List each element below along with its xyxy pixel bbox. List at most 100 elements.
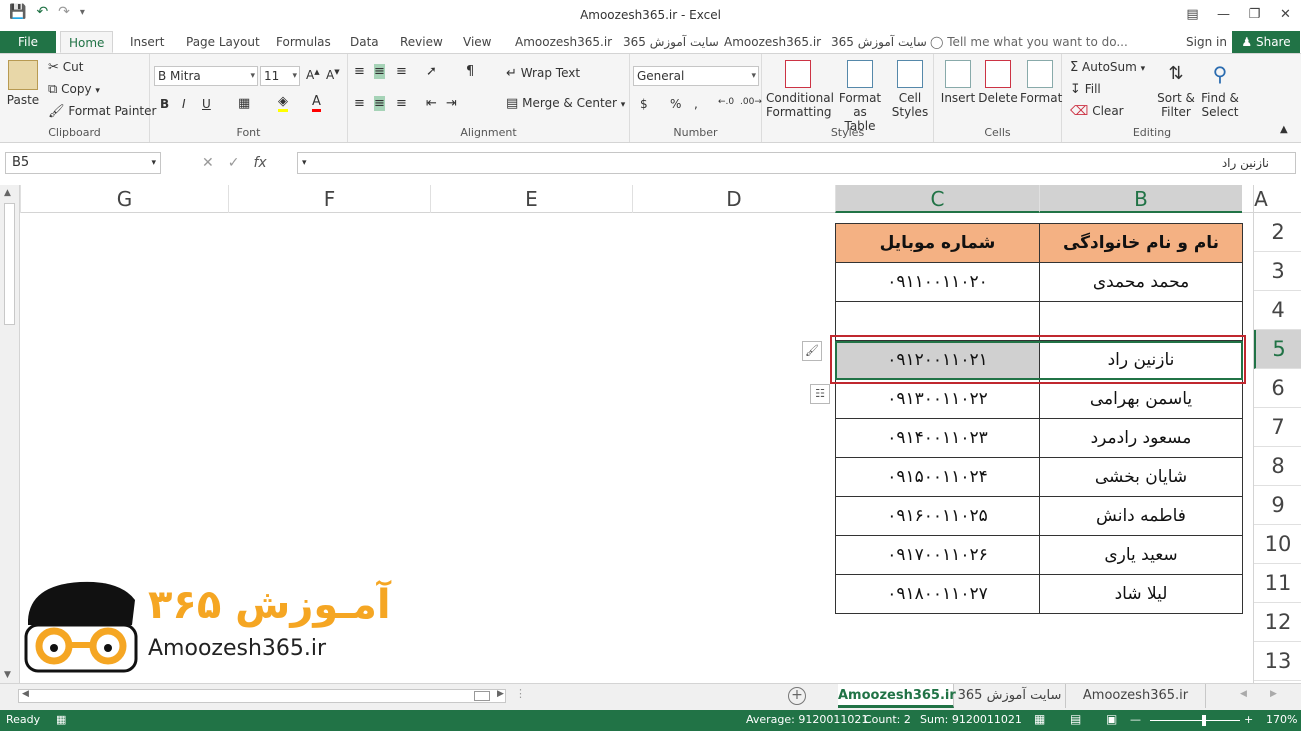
format-cells-button[interactable]: Format [1020,60,1062,105]
scroll-thumb[interactable] [4,203,15,325]
horizontal-scrollbar[interactable] [18,689,506,703]
underline-button[interactable]: U [202,97,211,111]
fill-color-button[interactable]: ◈ [278,94,288,112]
tab-insert[interactable]: Insert [122,31,172,53]
tab-file[interactable]: File [0,31,56,53]
row-header-6[interactable]: 6 [1254,369,1301,408]
row-header-9[interactable]: 9 [1254,486,1301,525]
restore-icon[interactable]: ❐ [1239,0,1270,28]
bottom-align-button[interactable]: ≡ [396,64,407,79]
column-header-d[interactable]: D [632,185,835,213]
hscroll-thumb[interactable] [474,691,490,701]
tab-review[interactable]: Review [392,31,451,53]
zoom-out-icon[interactable]: — [1130,713,1141,726]
copy-button[interactable]: ⧉ Copy ▾ [48,82,100,97]
scroll-down-icon[interactable]: ▼ [4,670,11,680]
scroll-right-icon[interactable]: ▶ [497,689,504,699]
vertical-scrollbar[interactable]: ▲ ▼ [0,185,20,683]
column-header-f[interactable]: F [228,185,430,213]
cell-c8[interactable]: ۰۹۱۵۰۰۱۱۰۲۴ [835,457,1040,497]
insert-cells-button[interactable]: Insert [938,60,978,105]
shrink-font-button[interactable]: A▼ [326,68,340,82]
tab-data[interactable]: Data [342,31,387,53]
cell-b8[interactable]: شایان بخشی [1039,457,1243,497]
macro-record-icon[interactable]: ▦ [56,713,66,726]
cell-c10[interactable]: ۰۹۱۷۰۰۱۱۰۲۶ [835,535,1040,575]
sheet-tab-3[interactable]: Amoozesh365.ir [1066,684,1206,708]
enter-icon[interactable]: ✓ [228,155,240,171]
align-right-button[interactable]: ≡ [396,96,407,111]
cell-c7[interactable]: ۰۹۱۴۰۰۱۱۰۲۳ [835,418,1040,458]
page-layout-view-icon[interactable]: ▤ [1070,712,1081,726]
paste-options-icon[interactable]: 🖌 [802,341,822,361]
decrease-indent-button[interactable]: ⇤ [426,96,437,111]
row-header-3[interactable]: 3 [1254,252,1301,291]
currency-button[interactable]: $ [640,97,648,111]
autosum-button[interactable]: Σ AutoSum ▾ [1070,60,1145,75]
minimize-icon[interactable]: — [1208,0,1239,28]
tab-custom-1[interactable]: Amoozesh365.ir [507,31,620,53]
fill-button[interactable]: ↧ Fill [1070,82,1101,97]
find-select-button[interactable]: ⚲ Find & Select [1198,60,1242,119]
scroll-left-icon[interactable]: ◀ [22,689,29,699]
close-icon[interactable]: ✕ [1270,0,1301,28]
cell-b2[interactable]: نام و نام خانوادگی [1039,223,1243,263]
cell-c9[interactable]: ۰۹۱۶۰۰۱۱۰۲۵ [835,496,1040,536]
worksheet[interactable]: ▲ ▼ G F E D C B A 2 3 4 5 6 7 8 9 10 11 … [0,185,1301,683]
cell-styles-button[interactable]: Cell Styles [888,60,932,119]
cancel-icon[interactable]: ✕ [202,155,214,171]
collapse-ribbon-icon[interactable]: ▲ [1280,124,1288,135]
cell-b9[interactable]: فاطمه دانش [1039,496,1243,536]
percent-button[interactable]: % [670,97,681,111]
cell-b3[interactable]: محمد محمدی [1039,262,1243,302]
orientation-button[interactable]: ➚ [426,64,437,79]
row-header-2[interactable]: 2 [1254,213,1301,252]
grow-font-button[interactable]: A▲ [306,68,320,82]
column-header-b[interactable]: B [1039,185,1242,213]
tab-view[interactable]: View [455,31,499,53]
zoom-slider-track[interactable] [1150,720,1240,721]
column-header-g[interactable]: G [20,185,228,213]
row-header-7[interactable]: 7 [1254,408,1301,447]
tab-scroll-left-icon[interactable]: ◀ [1240,689,1247,699]
font-color-button[interactable]: A [312,94,321,112]
borders-button[interactable]: ▦ [238,96,250,111]
top-align-button[interactable]: ≡ [354,64,365,79]
cell-b11[interactable]: لیلا شاد [1039,574,1243,614]
insert-function-icon[interactable]: fx [253,155,266,171]
decrease-decimal-button[interactable]: .00→ [740,97,762,107]
column-header-c[interactable]: C [835,185,1039,213]
align-center-button[interactable]: ≡ [374,96,385,111]
sign-in-link[interactable]: Sign in [1186,31,1227,53]
cell-b6[interactable]: یاسمن بهرامی [1039,379,1243,419]
format-painter-button[interactable]: 🖌 Format Painter [48,104,156,119]
increase-indent-button[interactable]: ⇥ [446,96,457,111]
middle-align-button[interactable]: ≡ [374,64,385,79]
row-header-12[interactable]: 12 [1254,603,1301,642]
row-header-4[interactable]: 4 [1254,291,1301,330]
row-header-5[interactable]: 5 [1254,330,1301,369]
cell-c6[interactable]: ۰۹۱۳۰۰۱۱۰۲۲ [835,379,1040,419]
align-left-button[interactable]: ≡ [354,96,365,111]
format-as-table-button[interactable]: Format as Table [834,60,886,133]
page-break-view-icon[interactable]: ▣ [1106,712,1117,726]
cell-c11[interactable]: ۰۹۱۸۰۰۱۱۰۲۷ [835,574,1040,614]
tell-me-box[interactable]: ◯ Tell me what you want to do... [930,31,1128,53]
bold-button[interactable]: B [160,97,169,111]
tab-scroll-right-icon[interactable]: ▶ [1270,689,1277,699]
clear-button[interactable]: ⌫ Clear [1070,104,1124,119]
cell-c2[interactable]: شماره موبایل [835,223,1040,263]
italic-button[interactable]: I [182,97,186,111]
row-header-10[interactable]: 10 [1254,525,1301,564]
add-sheet-button[interactable]: + [788,687,806,705]
cell-b7[interactable]: مسعود رادمرد [1039,418,1243,458]
cut-button[interactable]: ✂ Cut [48,60,83,75]
tab-custom-3[interactable]: Amoozesh365.ir [716,31,829,53]
merge-center-button[interactable]: ▤ Merge & Center ▾ [506,96,625,111]
sheet-tab-1[interactable]: Amoozesh365.ir [838,684,956,708]
quick-analysis-icon[interactable]: ☷ [810,384,830,404]
row-header-13[interactable]: 13 [1254,642,1301,681]
rtl-button[interactable]: ¶ [466,64,474,79]
row-header-8[interactable]: 8 [1254,447,1301,486]
share-button[interactable]: ♟ Share [1232,31,1300,53]
